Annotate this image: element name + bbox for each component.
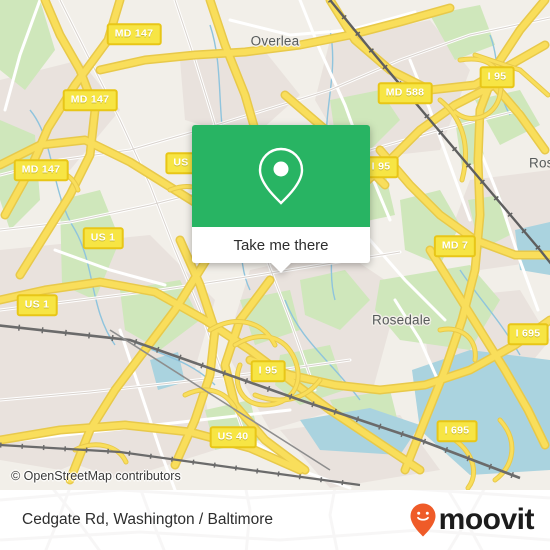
moovit-wordmark: moovit [438, 503, 535, 536]
road-shield-md-7[interactable]: MD 7 [433, 235, 477, 257]
take-me-there-label: Take me there [233, 236, 329, 254]
moovit-smile-pin-icon [410, 503, 436, 537]
road-shield-md-147-3[interactable]: MD 147 [13, 159, 69, 181]
road-shield-us-1-2[interactable]: US 1 [16, 294, 58, 316]
road-shield-md-147-1[interactable]: MD 147 [106, 23, 162, 45]
footer-bar: Cedgate Rd, Washington / Baltimore moovi… [0, 490, 550, 550]
road-shield-md-588[interactable]: MD 588 [377, 82, 433, 104]
moovit-map-screenshot: Overlea Rosedale Ros MD 147 MD 147 MD 14… [0, 0, 550, 550]
road-shield-i-695-1[interactable]: I 695 [507, 323, 549, 345]
road-shield-md-147-2[interactable]: MD 147 [62, 89, 118, 111]
osm-attribution[interactable]: © OpenStreetMap contributors [11, 469, 181, 483]
road-shield-i-695-2[interactable]: I 695 [436, 420, 478, 442]
popup-action-area[interactable]: Take me there [192, 227, 370, 263]
moovit-logo[interactable]: moovit [410, 503, 535, 537]
road-shield-i-95-3[interactable]: I 95 [250, 360, 286, 382]
road-shield-i-95-1[interactable]: I 95 [479, 66, 515, 88]
popup-icon-area [192, 125, 370, 227]
location-title: Cedgate Rd, Washington / Baltimore [22, 511, 273, 528]
popup-tail-pointer [270, 262, 292, 273]
road-shield-us-1-1[interactable]: US 1 [82, 227, 124, 249]
map-canvas[interactable]: Overlea Rosedale Ros MD 147 MD 147 MD 14… [0, 0, 550, 490]
location-popup-card[interactable]: Take me there [192, 125, 370, 273]
map-pin-icon [255, 145, 307, 207]
road-shield-us-40[interactable]: US 40 [209, 426, 257, 448]
